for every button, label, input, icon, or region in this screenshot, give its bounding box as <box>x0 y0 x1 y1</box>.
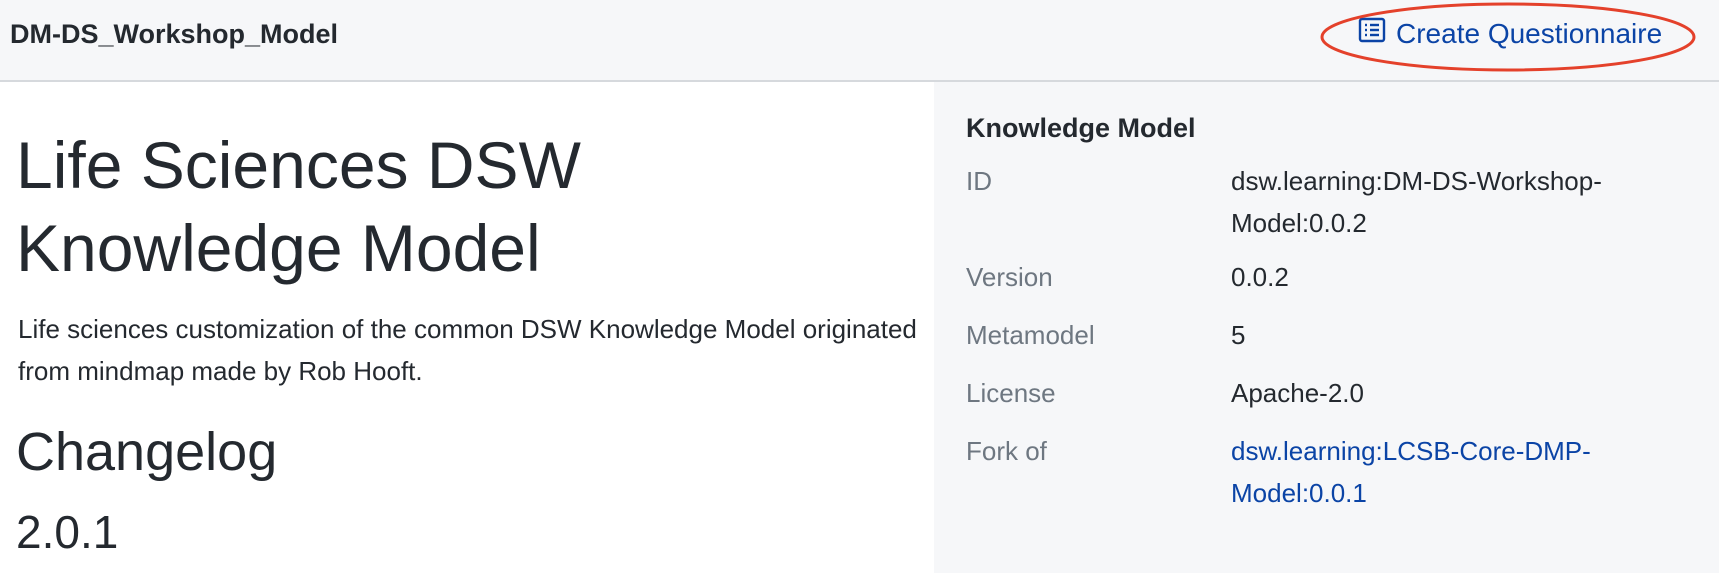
changelog-version-heading: 2.0.1 <box>16 506 119 558</box>
metadata-value: Apache-2.0 <box>1231 378 1364 408</box>
metadata-title: Knowledge Model <box>966 113 1196 143</box>
metadata-label: Metamodel <box>966 320 1095 350</box>
metadata-label: ID <box>966 166 992 196</box>
list-icon <box>1358 17 1396 51</box>
metadata-value: 5 <box>1231 320 1246 350</box>
create-questionnaire-label: Create Questionnaire <box>1396 18 1663 49</box>
fork-of-link[interactable]: dsw.learning:LCSB-Core-DMP-Model:0.0.1 <box>1231 436 1591 508</box>
page-title: Life Sciences DSW Knowledge Model <box>16 128 581 285</box>
metadata-value: dsw.learning:DM-DS-Workshop-Model:0.0.2 <box>1231 166 1602 238</box>
changelog-heading: Changelog <box>16 422 278 482</box>
metadata-label: Version <box>966 262 1053 292</box>
create-questionnaire-button[interactable]: Create Questionnaire <box>1358 16 1662 52</box>
model-description: Life sciences customization of the commo… <box>18 314 917 386</box>
metadata-panel: Knowledge Model ID dsw.learning:DM-DS-Wo… <box>934 82 1719 573</box>
main-content: Life Sciences DSW Knowledge Model Life s… <box>0 82 934 573</box>
model-name: DM-DS_Workshop_Model <box>10 19 339 49</box>
metadata-label: Fork of <box>966 436 1047 466</box>
metadata-value: 0.0.2 <box>1231 262 1289 292</box>
metadata-value-link: dsw.learning:LCSB-Core-DMP-Model:0.0.1 <box>1231 430 1681 514</box>
top-bar: DM-DS_Workshop_Model Create Questionnair… <box>0 0 1719 82</box>
metadata-label: License <box>966 378 1056 408</box>
